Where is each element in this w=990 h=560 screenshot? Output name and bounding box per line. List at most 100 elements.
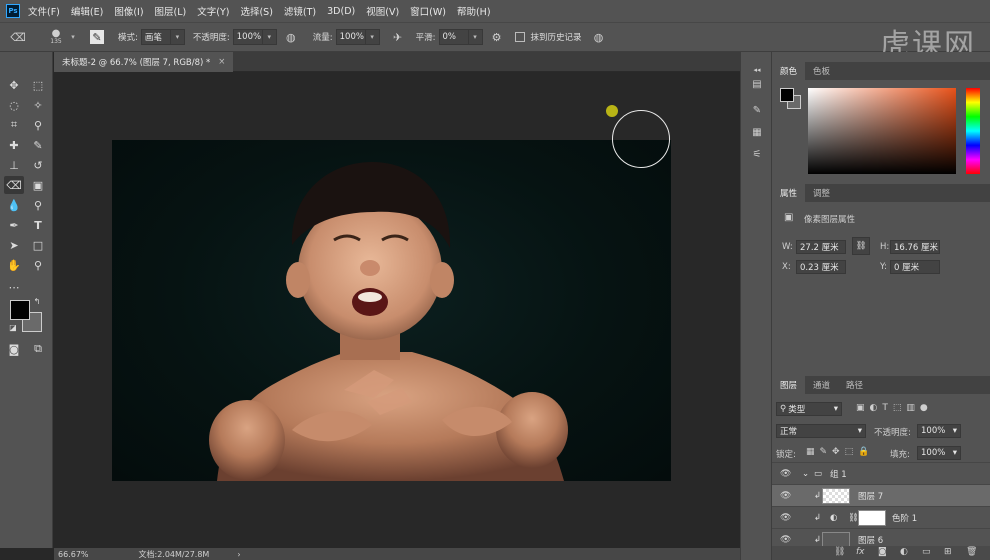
menu-select[interactable]: 选择(S) <box>240 4 272 18</box>
menu-file[interactable]: 文件(F) <box>28 4 60 18</box>
menu-help[interactable]: 帮助(H) <box>457 4 491 18</box>
mode-select[interactable]: 画笔 <box>140 29 171 45</box>
layer-opacity-input[interactable]: 100% ▾ <box>917 424 961 438</box>
gradient-tool-icon[interactable]: ▣ <box>28 176 48 194</box>
default-colors-icon[interactable]: ◪ <box>8 322 18 332</box>
menu-edit[interactable]: 编辑(E) <box>71 4 103 18</box>
brush-settings-icon[interactable]: ✎ <box>749 102 765 118</box>
clone-stamp-tool-icon[interactable]: ⊥ <box>4 156 24 174</box>
layer-filter-select[interactable]: ⚲ 类型 ▾ <box>776 402 842 416</box>
close-icon[interactable]: × <box>218 57 225 67</box>
blend-mode-select[interactable]: 正常 ▾ <box>776 424 866 438</box>
swap-colors-icon[interactable]: ↰ <box>32 296 42 306</box>
opacity-input[interactable]: 100% <box>232 29 263 45</box>
eraser-preset-icon[interactable]: ⌫ <box>10 29 26 45</box>
x-field[interactable]: 0.23 厘米 <box>796 260 846 274</box>
properties-panel-icon[interactable]: ⚟ <box>749 146 765 162</box>
trash-icon[interactable]: 🗑 <box>966 547 977 557</box>
blur-tool-icon[interactable]: 💧 <box>4 196 24 214</box>
menu-filter[interactable]: 滤镜(T) <box>284 4 316 18</box>
hand-tool-icon[interactable]: ✋ <box>4 256 24 274</box>
path-select-tool-icon[interactable]: ➤ <box>4 236 24 254</box>
y-field[interactable]: 0 厘米 <box>890 260 940 274</box>
visibility-eye-icon[interactable]: 👁 <box>780 513 791 523</box>
brush-size-dropdown-icon[interactable]: ▾ <box>66 29 80 45</box>
rectangle-tool-icon[interactable]: □ <box>28 236 48 254</box>
expand-chevron-icon[interactable]: ⌄ <box>802 469 809 479</box>
tab-swatches[interactable]: 色板 <box>805 62 838 80</box>
lock-icons[interactable]: ▦✎✥⬚🔒 <box>806 447 874 457</box>
pressure-size-icon[interactable]: ◍ <box>591 29 607 45</box>
fx-icon[interactable]: fx <box>856 547 865 557</box>
flow-input[interactable]: 100% <box>335 29 366 45</box>
menu-type[interactable]: 文字(Y) <box>197 4 229 18</box>
pressure-opacity-icon[interactable]: ◍ <box>283 29 299 45</box>
mode-dropdown-icon[interactable]: ▾ <box>170 29 185 45</box>
menu-image[interactable]: 图像(I) <box>114 4 143 18</box>
adjustment-icon[interactable]: ◐ <box>900 547 908 557</box>
foreground-color-swatch[interactable] <box>10 300 30 320</box>
tab-adjustments[interactable]: 调整 <box>805 184 838 202</box>
adjustments-panel-icon[interactable]: ▦ <box>749 124 765 140</box>
healing-brush-tool-icon[interactable]: ✚ <box>4 136 24 154</box>
visibility-eye-icon[interactable]: 👁 <box>780 491 791 501</box>
status-menu-arrow[interactable]: › <box>237 550 240 559</box>
quick-select-tool-icon[interactable]: ✧ <box>28 96 48 114</box>
visibility-eye-icon[interactable]: 👁 <box>780 469 791 479</box>
hue-slider[interactable] <box>966 88 980 174</box>
color-picker-field[interactable] <box>808 88 956 174</box>
smooth-dropdown-icon[interactable]: ▾ <box>468 29 483 45</box>
menu-3d[interactable]: 3D(D) <box>327 6 355 17</box>
width-field[interactable]: 27.2 厘米 <box>796 240 846 254</box>
eraser-tool-icon[interactable]: ⌫ <box>4 176 24 194</box>
foreground-color-swatch[interactable] <box>780 88 794 102</box>
lasso-tool-icon[interactable]: ◌ <box>4 96 24 114</box>
opacity-dropdown-icon[interactable]: ▾ <box>262 29 277 45</box>
height-field[interactable]: 16.76 厘米 <box>890 240 940 254</box>
brush-size-picker[interactable]: ● 135 <box>46 29 66 46</box>
layer-filter-icons[interactable]: ▣◐T⬚▥● <box>856 403 933 413</box>
pen-tool-icon[interactable]: ✒ <box>4 216 24 234</box>
more-tools-icon[interactable]: ⋯ <box>4 278 24 296</box>
new-layer-icon[interactable]: ⊞ <box>944 547 952 557</box>
move-tool-icon[interactable]: ✥ <box>4 76 24 94</box>
dodge-tool-icon[interactable]: ⚲ <box>28 196 48 214</box>
folder-icon[interactable]: ▭ <box>922 547 931 557</box>
tab-paths[interactable]: 路径 <box>838 376 871 394</box>
history-panel-icon[interactable]: ▤ <box>749 76 765 92</box>
layer-row-selected[interactable]: 👁 ↲ 图层 7 <box>772 484 990 506</box>
brush-panel-icon[interactable]: ✎ <box>90 30 104 44</box>
document-tab[interactable]: 未标题-2 @ 66.7% (图层 7, RGB/8) * × <box>54 52 234 72</box>
menu-view[interactable]: 视图(V) <box>366 4 399 18</box>
fill-input[interactable]: 100% ▾ <box>917 446 961 460</box>
document-workspace[interactable] <box>54 72 740 548</box>
link-icon[interactable]: ⛓ <box>834 547 845 557</box>
marquee-tool-icon[interactable]: ⬚ <box>28 76 48 94</box>
layer-row-levels[interactable]: 👁 ↲ ◐ ⛓ 色阶 1 <box>772 506 990 528</box>
type-tool-icon[interactable]: T <box>28 216 48 234</box>
tab-properties[interactable]: 属性 <box>772 184 806 202</box>
tab-layers[interactable]: 图层 <box>772 376 806 394</box>
smooth-input[interactable]: 0% <box>438 29 469 45</box>
flow-dropdown-icon[interactable]: ▾ <box>365 29 380 45</box>
visibility-eye-icon[interactable]: 👁 <box>780 535 791 545</box>
brush-tool-icon[interactable]: ✎ <box>28 136 48 154</box>
menu-window[interactable]: 窗口(W) <box>410 4 446 18</box>
layer-row-group[interactable]: 👁 ⌄ ▭ 组 1 <box>772 462 990 484</box>
zoom-level[interactable]: 66.67% <box>58 550 89 559</box>
smooth-settings-gear-icon[interactable]: ⚙ <box>489 29 505 45</box>
zoom-tool-icon[interactable]: ⚲ <box>28 256 48 274</box>
tab-color[interactable]: 颜色 <box>772 62 806 80</box>
menu-layer[interactable]: 图层(L) <box>155 4 187 18</box>
link-dimensions-icon[interactable]: ⛓ <box>852 237 870 255</box>
mask-icon[interactable]: ◙ <box>878 547 887 557</box>
screen-mode-icon[interactable]: ⧉ <box>28 340 48 358</box>
history-brush-tool-icon[interactable]: ↺ <box>28 156 48 174</box>
erase-history-checkbox[interactable] <box>514 32 525 42</box>
image-canvas[interactable] <box>112 140 671 481</box>
tab-channels[interactable]: 通道 <box>805 376 838 394</box>
quick-mask-icon[interactable]: ◙ <box>4 340 24 358</box>
eyedropper-tool-icon[interactable]: ⚲ <box>28 116 48 134</box>
airbrush-icon[interactable]: ✈ <box>390 29 406 45</box>
crop-tool-icon[interactable]: ⌗ <box>4 116 24 134</box>
